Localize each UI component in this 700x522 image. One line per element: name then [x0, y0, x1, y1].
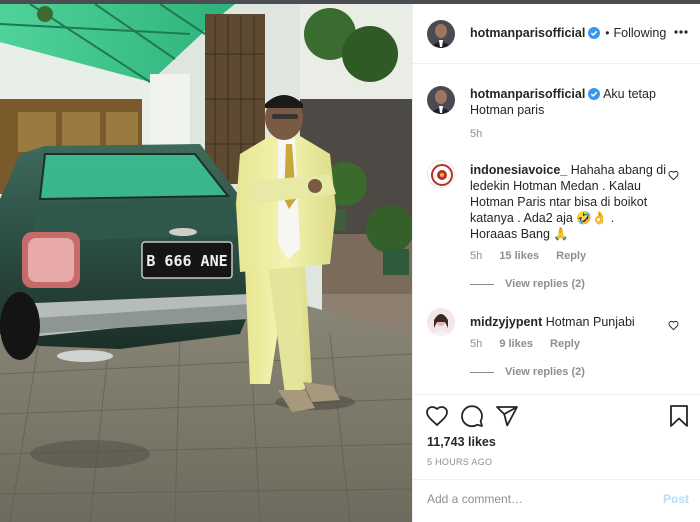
verified-badge-icon — [588, 27, 601, 39]
caption-body-line1: Aku tetap — [603, 87, 656, 101]
separator-dot: • — [605, 26, 610, 40]
comment-username[interactable]: indonesiavoice_ — [470, 163, 567, 177]
view-replies-button[interactable]: View replies (2) — [470, 366, 585, 378]
comment-username[interactable]: midzyjypent — [470, 315, 542, 329]
like-count[interactable]: 11,743 likes — [427, 435, 496, 449]
more-horizontal-icon[interactable] — [673, 24, 689, 40]
caption-username[interactable]: hotmanparisofficial — [470, 87, 585, 101]
post-actions: 11,743 likes 5 HOURS AGO Add a comment… … — [413, 394, 700, 518]
comment-likes[interactable]: 15 likes — [499, 250, 539, 262]
comment-like-heart-icon[interactable] — [668, 170, 679, 181]
commenter-avatar-image — [427, 308, 455, 336]
caption-time: 5h — [470, 128, 483, 140]
comment-line: ledekin Hotman Medan . Kalau — [470, 179, 641, 193]
verified-badge-icon — [588, 88, 601, 100]
view-replies-label: View replies (2) — [505, 278, 585, 290]
caption-meta: 5h — [470, 128, 496, 140]
comment-line: Hahaha abang di — [570, 163, 666, 177]
comment-reply-button[interactable]: Reply — [550, 338, 580, 350]
post-header: hotmanparisofficial • Following — [413, 4, 700, 64]
view-replies-label: View replies (2) — [505, 366, 585, 378]
commenter-avatar[interactable] — [427, 160, 455, 188]
comment-body: Hotman Punjabi — [545, 315, 635, 329]
comment-time: 5h — [470, 250, 483, 262]
post-photo-image: B 666 ANE — [0, 4, 412, 522]
author-username[interactable]: hotmanparisofficial — [470, 26, 585, 40]
comment-like-heart-icon[interactable] — [668, 320, 679, 331]
post-caption: hotmanparisofficial Aku tetap Hotman par… — [413, 76, 700, 146]
caption-avatar-image — [427, 86, 455, 114]
caption-body-line2: Hotman paris — [470, 103, 545, 117]
comment-item: midzyjypent Hotman Punjabi 5h 9 likes Re… — [413, 304, 700, 384]
following-button[interactable]: Following — [614, 26, 667, 40]
comment-line: Hotman Paris ntar bisa di boikot — [470, 195, 648, 209]
post-time-ago: 5 HOURS AGO — [427, 457, 493, 467]
caption-text: hotmanparisofficial Aku tetap Hotman par… — [470, 86, 690, 118]
caption-avatar[interactable] — [427, 86, 455, 114]
view-replies-line — [470, 283, 494, 285]
comment-item: indonesiavoice_ Hahaha abang di ledekin … — [413, 154, 700, 294]
view-replies-line — [470, 371, 494, 373]
comment-meta: 5h 15 likes Reply — [470, 250, 600, 262]
comment-line: Horaaas Bang 🙏 — [470, 227, 569, 241]
post-comment-button[interactable]: Post — [663, 492, 689, 506]
view-replies-button[interactable]: View replies (2) — [470, 278, 585, 290]
comment-line: katanya . Ada2 aja 🤣👌 . — [470, 211, 615, 225]
comment-time: 5h — [470, 338, 483, 350]
commenter-avatar-image — [428, 161, 454, 187]
add-comment-bar: Add a comment… Post — [413, 479, 700, 513]
license-plate-text: B 666 ANE — [146, 252, 227, 270]
author-avatar-image — [427, 20, 455, 48]
comment-reply-button[interactable]: Reply — [556, 250, 586, 262]
comment-text: midzyjypent Hotman Punjabi — [470, 314, 670, 330]
comment-bubble-icon[interactable] — [460, 404, 484, 428]
author-avatar[interactable] — [427, 20, 455, 48]
bookmark-icon[interactable] — [667, 404, 691, 428]
post-header-title: hotmanparisofficial • Following — [470, 26, 666, 40]
paper-plane-icon[interactable] — [495, 404, 519, 428]
heart-icon[interactable] — [425, 404, 449, 428]
post-detail-panel: hotmanparisofficial • Following hotmanpari… — [412, 4, 700, 522]
comment-meta: 5h 9 likes Reply — [470, 338, 594, 350]
comment-likes[interactable]: 9 likes — [499, 338, 533, 350]
comment-text: indonesiavoice_ Hahaha abang di ledekin … — [470, 162, 670, 242]
comment-input[interactable]: Add a comment… — [427, 492, 523, 506]
commenter-avatar[interactable] — [427, 308, 455, 336]
post-photo[interactable]: B 666 ANE — [0, 4, 412, 522]
